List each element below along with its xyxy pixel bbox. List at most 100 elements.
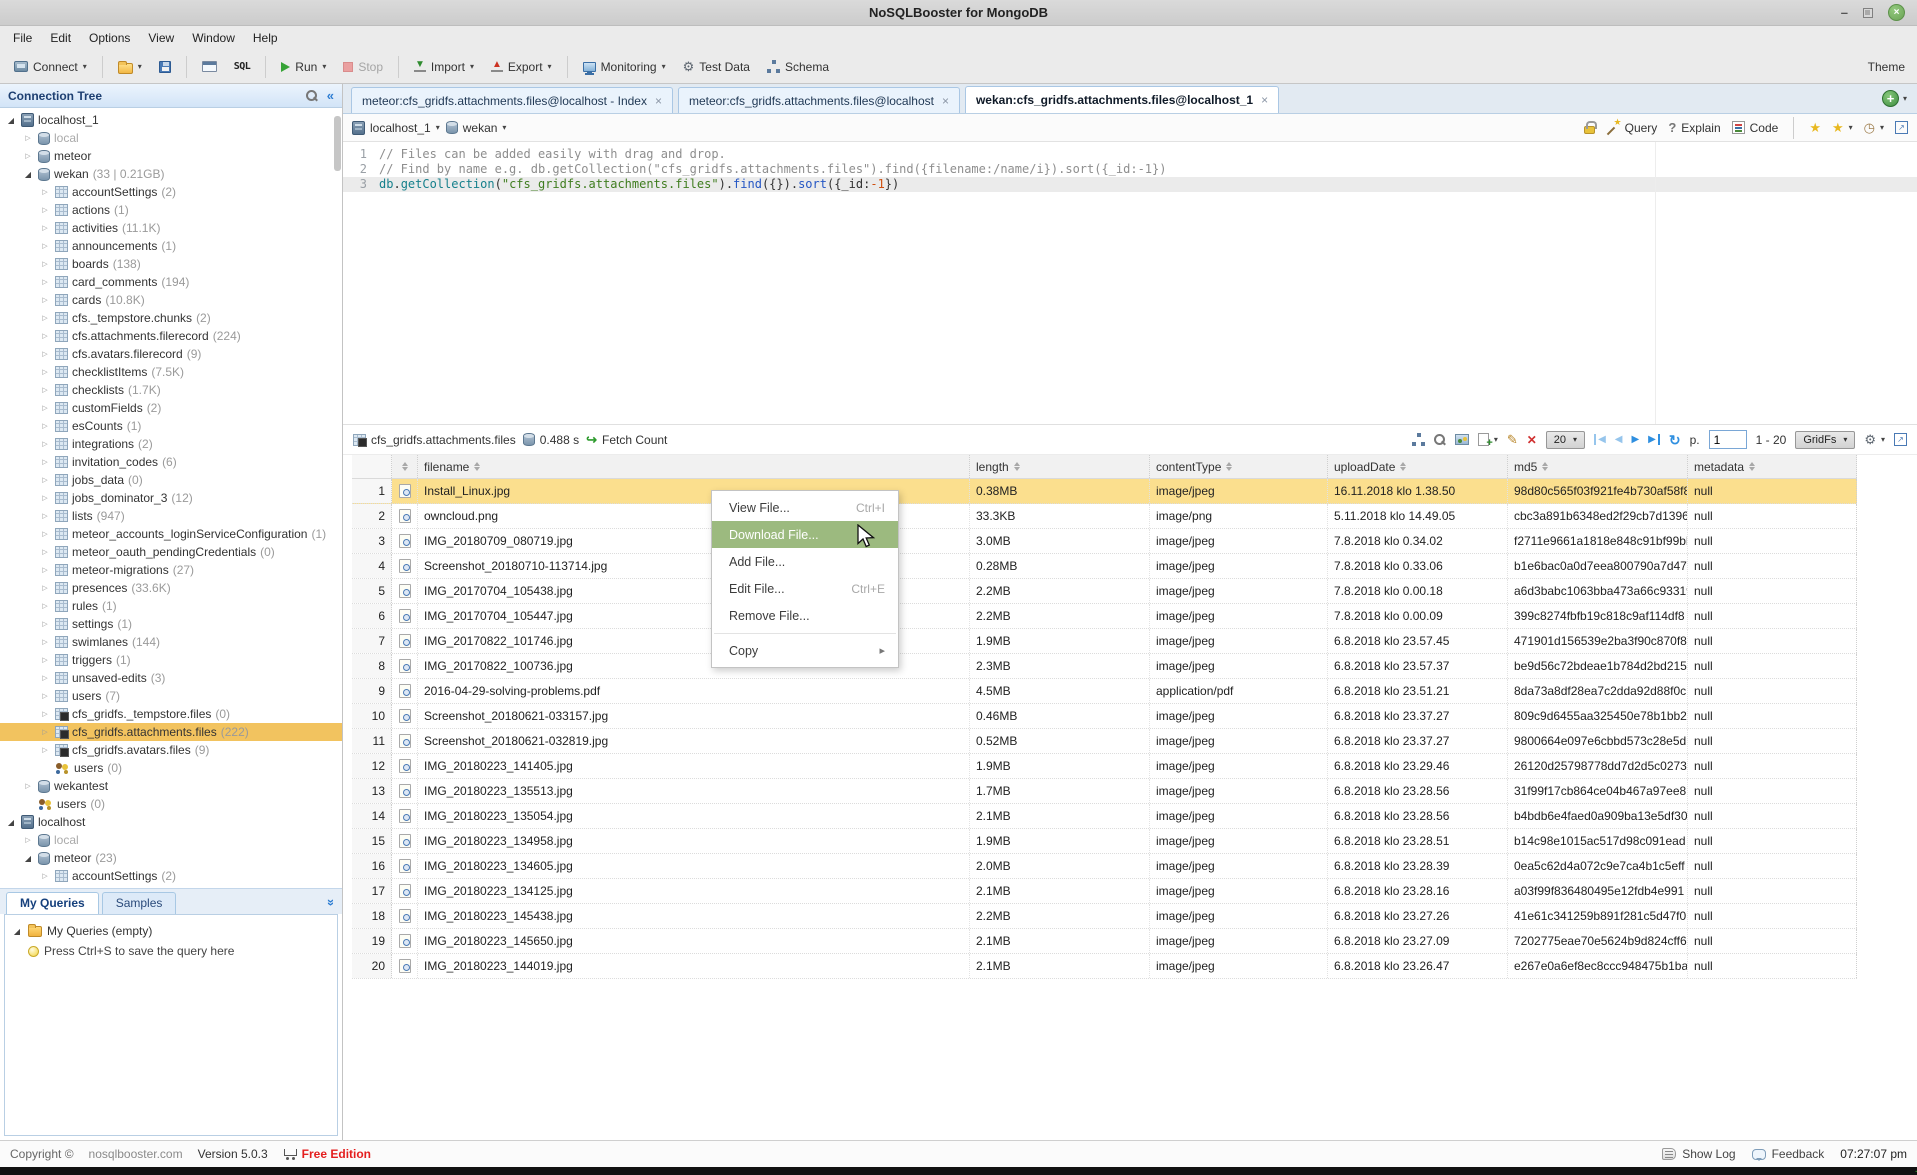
table-row[interactable]: 18 IMG_20180223_145438.jpg 2.2MB image/j… xyxy=(352,904,1857,929)
show-log-button[interactable]: Show Log xyxy=(1662,1147,1735,1161)
preview-cell[interactable] xyxy=(392,704,418,728)
code-line[interactable]: 2 // Find by name e.g. db.getCollection(… xyxy=(343,162,1917,177)
expander-icon[interactable]: ▷ xyxy=(22,782,34,790)
table-row[interactable]: 16 IMG_20180223_134605.jpg 2.0MB image/j… xyxy=(352,854,1857,879)
fetch-count-button[interactable]: ↪ Fetch Count xyxy=(586,432,667,448)
table-row[interactable]: 17 IMG_20180223_134125.jpg 2.1MB image/j… xyxy=(352,879,1857,904)
first-page-button[interactable]: ◀ xyxy=(1594,434,1606,445)
preview-cell[interactable] xyxy=(392,829,418,853)
preview-cell[interactable] xyxy=(392,754,418,778)
add-favorite-button[interactable]: ★+ xyxy=(1809,121,1821,134)
header-length[interactable]: length xyxy=(970,455,1150,478)
tree-item[interactable]: ▷ users (7) xyxy=(0,687,342,705)
schema-button[interactable]: Schema xyxy=(761,56,835,78)
expander-icon[interactable]: ▷ xyxy=(39,548,51,556)
schema-view-icon[interactable] xyxy=(1412,433,1425,446)
context-menu-item[interactable]: Add File... ▸ xyxy=(712,548,898,575)
tree-item[interactable]: ▷ checklists (1.7K) xyxy=(0,381,342,399)
preview-cell[interactable] xyxy=(392,679,418,703)
view-mode-select[interactable]: GridFs ▾ xyxy=(1795,431,1855,449)
expander-icon[interactable]: ◢ xyxy=(22,854,34,863)
expander-icon[interactable]: ▷ xyxy=(39,440,51,448)
preview-cell[interactable] xyxy=(392,504,418,528)
table-row[interactable]: 14 IMG_20180223_135054.jpg 2.1MB image/j… xyxy=(352,804,1857,829)
tree-item[interactable]: ▷ jobs_dominator_3 (12) xyxy=(0,489,342,507)
expander-icon[interactable]: ▷ xyxy=(39,422,51,430)
tree-item[interactable]: ▷ meteor_accounts_loginServiceConfigurat… xyxy=(0,525,342,543)
tree-item[interactable]: ▷ cfs_gridfs._tempstore.files (0) xyxy=(0,705,342,723)
code-editor[interactable]: 1 // Files can be added easily with drag… xyxy=(343,142,1917,425)
close-icon[interactable]: × xyxy=(942,94,949,108)
site-link[interactable]: nosqlbooster.com xyxy=(89,1147,183,1161)
last-page-button[interactable]: ▶ xyxy=(1648,434,1660,445)
expander-icon[interactable]: ▷ xyxy=(39,296,51,304)
context-menu-item[interactable]: ▸ xyxy=(712,629,898,637)
expander-icon[interactable]: ◢ xyxy=(5,116,17,125)
close-icon[interactable]: × xyxy=(655,94,662,108)
tree-item[interactable]: ▷ unsaved-edits (3) xyxy=(0,669,342,687)
tree-item[interactable]: ▷ accountSettings (2) xyxy=(0,183,342,201)
tree-item[interactable]: ▷ cfs_gridfs.attachments.files (222) xyxy=(0,723,342,741)
expander-icon[interactable]: ▷ xyxy=(39,224,51,232)
expander-icon[interactable]: ▷ xyxy=(22,152,34,160)
expander-icon[interactable]: ▷ xyxy=(39,314,51,322)
expander-icon[interactable]: ▷ xyxy=(39,476,51,484)
expander-icon[interactable]: ▷ xyxy=(39,746,51,754)
table-row[interactable]: 3 IMG_20180709_080719.jpg 3.0MB image/jp… xyxy=(352,529,1857,554)
chevron-double-down-icon[interactable]: « xyxy=(322,899,337,906)
connection-dropdown[interactable]: localhost_1 ▾ xyxy=(352,121,440,135)
new-tab-button[interactable]: + xyxy=(1882,90,1899,107)
menu-item[interactable]: Help xyxy=(244,28,287,48)
expander-icon[interactable]: ▷ xyxy=(39,638,51,646)
preview-cell[interactable] xyxy=(392,579,418,603)
expander-icon[interactable]: ▷ xyxy=(39,458,51,466)
expander-icon[interactable]: ▷ xyxy=(39,188,51,196)
add-document-button[interactable]: + ▾ xyxy=(1478,433,1498,446)
expander-icon[interactable]: ▷ xyxy=(39,530,51,538)
preview-cell[interactable] xyxy=(392,654,418,678)
header-content-type[interactable]: contentType xyxy=(1150,455,1328,478)
expander-icon[interactable]: ◢ xyxy=(22,170,34,179)
code-line[interactable]: 1 // Files can be added easily with drag… xyxy=(343,147,1917,162)
tree-item[interactable]: ▷ actions (1) xyxy=(0,201,342,219)
expander-icon[interactable]: ▷ xyxy=(39,566,51,574)
tree-item[interactable]: ▷ swimlanes (144) xyxy=(0,633,342,651)
context-menu-item[interactable]: View File... Ctrl+I ▸ xyxy=(712,494,898,521)
database-dropdown[interactable]: wekan ▾ xyxy=(446,121,507,135)
page-number-input[interactable] xyxy=(1709,430,1747,449)
maximize-results-icon[interactable]: ↗ xyxy=(1894,433,1907,446)
tree-item[interactable]: ▷ cards (10.8K) xyxy=(0,291,342,309)
menu-item[interactable]: Edit xyxy=(41,28,80,48)
maximize-editor-icon[interactable]: ↗ xyxy=(1895,121,1908,134)
table-row[interactable]: 9 2016-04-29-solving-problems.pdf 4.5MB … xyxy=(352,679,1857,704)
table-row[interactable]: 1 Install_Linux.jpg 0.38MB image/jpeg 16… xyxy=(352,479,1857,504)
explain-button[interactable]: ? Explain xyxy=(1668,120,1720,135)
stop-button[interactable]: Stop xyxy=(337,56,389,78)
tree-item[interactable]: users (0) xyxy=(0,795,342,813)
table-row[interactable]: 20 IMG_20180223_144019.jpg 2.1MB image/j… xyxy=(352,954,1857,979)
table-row[interactable]: 13 IMG_20180223_135513.jpg 1.7MB image/j… xyxy=(352,779,1857,804)
lock-icon[interactable] xyxy=(1584,126,1595,134)
expander-icon[interactable]: ▷ xyxy=(39,332,51,340)
run-button[interactable]: Run ▾ xyxy=(275,56,332,78)
tree-item[interactable]: ▷ cfs._tempstore.chunks (2) xyxy=(0,309,342,327)
expander-icon[interactable]: ▷ xyxy=(39,584,51,592)
table-row[interactable]: 7 IMG_20170822_101746.jpg 1.9MB image/jp… xyxy=(352,629,1857,654)
close-button[interactable]: × xyxy=(1888,4,1905,21)
tree-item[interactable]: users (0) xyxy=(0,759,342,777)
close-icon[interactable]: × xyxy=(1261,93,1268,107)
expander-icon[interactable]: ▷ xyxy=(39,350,51,358)
tree-item[interactable]: ▷ meteor-migrations (27) xyxy=(0,561,342,579)
search-icon[interactable] xyxy=(306,90,318,102)
expander-icon[interactable]: ▷ xyxy=(39,206,51,214)
header-icon-col[interactable] xyxy=(392,455,418,478)
tree-item[interactable]: ▷ triggers (1) xyxy=(0,651,342,669)
expander-icon[interactable]: ▷ xyxy=(39,692,51,700)
expander-icon[interactable]: ▷ xyxy=(39,656,51,664)
tree-item[interactable]: ▷ settings (1) xyxy=(0,615,342,633)
code-button[interactable]: Code xyxy=(1732,121,1779,135)
context-menu-item[interactable]: Edit File... Ctrl+E ▸ xyxy=(712,575,898,602)
tree-item[interactable]: ▷ cfs.attachments.filerecord (224) xyxy=(0,327,342,345)
tree-item[interactable]: ▷ card_comments (194) xyxy=(0,273,342,291)
preview-cell[interactable] xyxy=(392,529,418,553)
